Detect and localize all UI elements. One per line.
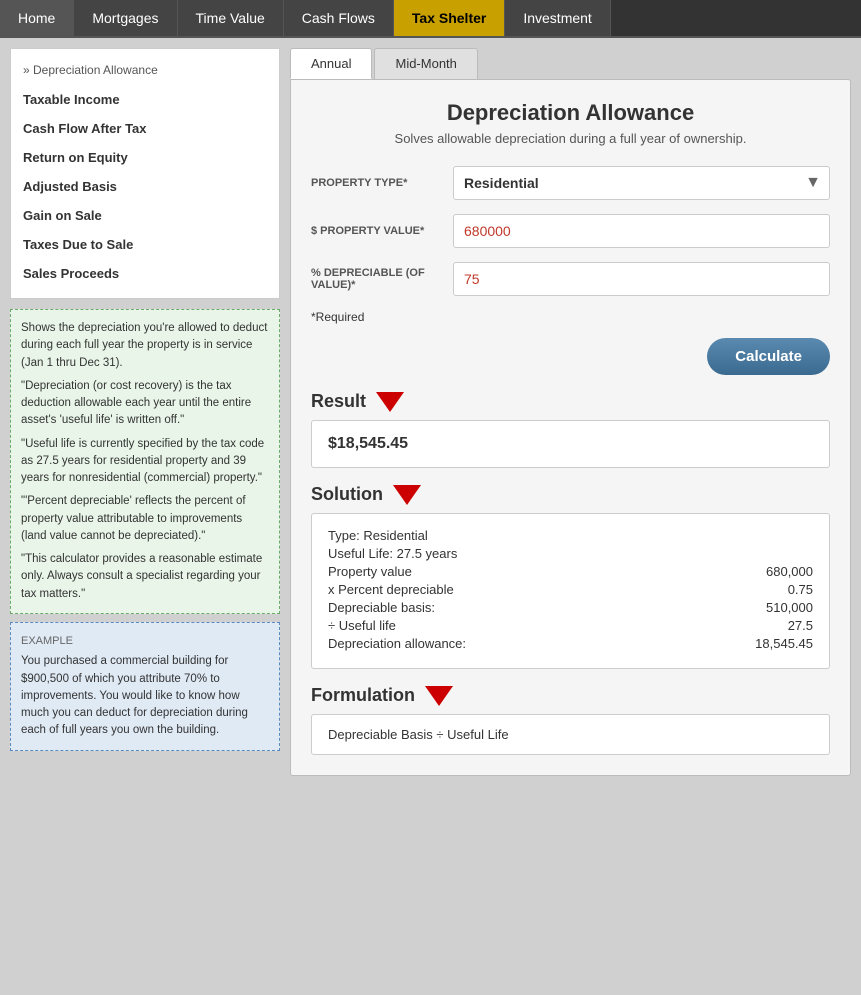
formulation-arrow-icon <box>425 686 453 706</box>
solution-row-label: Depreciation allowance: <box>328 636 466 651</box>
property-type-field: ResidentialNon-Residential ▼ <box>453 166 830 200</box>
depreciable-input[interactable] <box>453 262 830 296</box>
depreciable-label: % DEPRECIABLE (OF VALUE)* <box>311 267 441 291</box>
sidebar-item-sales-proceeds[interactable]: Sales Proceeds <box>11 259 279 288</box>
info-box-blue: EXAMPLE You purchased a commercial build… <box>10 622 280 751</box>
sidebar-item-taxable-income[interactable]: Taxable Income <box>11 85 279 114</box>
main-layout: » Depreciation Allowance Taxable IncomeC… <box>0 38 861 786</box>
result-section-title: Result <box>311 391 830 412</box>
content-panel: Depreciation Allowance Solves allowable … <box>290 79 851 776</box>
sidebar-item-gain-on-sale[interactable]: Gain on Sale <box>11 201 279 230</box>
nav-tab-time-value[interactable]: Time Value <box>178 0 284 36</box>
property-type-select[interactable]: ResidentialNon-Residential <box>454 167 829 199</box>
solution-row: Type: Residential <box>328 528 813 543</box>
solution-row-value: 680,000 <box>733 564 813 579</box>
solution-row: x Percent depreciable 0.75 <box>328 582 813 597</box>
calculate-button[interactable]: Calculate <box>707 338 830 375</box>
sub-tabs: AnnualMid-Month <box>290 48 851 79</box>
depreciable-field <box>453 262 830 296</box>
solution-row-label: x Percent depreciable <box>328 582 454 597</box>
result-arrow-icon <box>376 392 404 412</box>
nav-tab-home[interactable]: Home <box>0 0 74 36</box>
solution-row-value: 18,545.45 <box>733 636 813 651</box>
property-type-select-wrapper[interactable]: ResidentialNon-Residential ▼ <box>453 166 830 200</box>
sub-tab-mid-month[interactable]: Mid-Month <box>374 48 477 79</box>
property-type-label: PROPERTY TYPE* <box>311 177 441 189</box>
solution-arrow-icon <box>393 485 421 505</box>
property-value-field <box>453 214 830 248</box>
solution-row-label: ÷ Useful life <box>328 618 396 633</box>
solution-row-value: 0.75 <box>733 582 813 597</box>
property-value-row: $ PROPERTY VALUE* <box>311 214 830 248</box>
solution-row-value: 510,000 <box>733 600 813 615</box>
formulation-section-title: Formulation <box>311 685 830 706</box>
required-note: *Required <box>311 310 830 324</box>
solution-row: Depreciation allowance: 18,545.45 <box>328 636 813 651</box>
green-info-paragraph: "Depreciation (or cost recovery) is the … <box>21 378 269 430</box>
sidebar-item-return-on-equity[interactable]: Return on Equity <box>11 143 279 172</box>
top-navigation: HomeMortgagesTime ValueCash FlowsTax She… <box>0 0 861 38</box>
sub-tab-annual[interactable]: Annual <box>290 48 372 79</box>
depreciable-row: % DEPRECIABLE (OF VALUE)* <box>311 262 830 296</box>
formula-text: Depreciable Basis ÷ Useful Life <box>328 727 509 742</box>
solution-row-value: 27.5 <box>733 618 813 633</box>
content-area: AnnualMid-Month Depreciation Allowance S… <box>290 48 851 776</box>
green-info-paragraph: Shows the depreciation you're allowed to… <box>21 320 269 372</box>
sidebar: » Depreciation Allowance Taxable IncomeC… <box>10 48 280 776</box>
sidebar-menu: » Depreciation Allowance Taxable IncomeC… <box>10 48 280 299</box>
sidebar-item-taxes-due-to-sale[interactable]: Taxes Due to Sale <box>11 230 279 259</box>
property-value-label: $ PROPERTY VALUE* <box>311 225 441 237</box>
sidebar-header: » Depreciation Allowance <box>11 59 279 85</box>
nav-tab-cash-flows[interactable]: Cash Flows <box>284 0 394 36</box>
solution-row-label: Type: Residential <box>328 528 428 543</box>
sidebar-item-cash-flow-after-tax[interactable]: Cash Flow After Tax <box>11 114 279 143</box>
green-info-paragraph: "Useful life is currently specified by t… <box>21 436 269 488</box>
nav-tab-investment[interactable]: Investment <box>505 0 610 36</box>
nav-tab-mortgages[interactable]: Mortgages <box>74 0 177 36</box>
example-text: You purchased a commercial building for … <box>21 653 269 739</box>
info-box-green: Shows the depreciation you're allowed to… <box>10 309 280 614</box>
nav-tab-tax-shelter[interactable]: Tax Shelter <box>394 0 505 36</box>
sidebar-item-adjusted-basis[interactable]: Adjusted Basis <box>11 172 279 201</box>
solution-box: Type: Residential Useful Life: 27.5 years… <box>311 513 830 669</box>
solution-section-title: Solution <box>311 484 830 505</box>
solution-row: Useful Life: 27.5 years <box>328 546 813 561</box>
solution-row: ÷ Useful life 27.5 <box>328 618 813 633</box>
green-info-paragraph: "This calculator provides a reasonable e… <box>21 551 269 603</box>
property-type-row: PROPERTY TYPE* ResidentialNon-Residentia… <box>311 166 830 200</box>
solution-row: Depreciable basis: 510,000 <box>328 600 813 615</box>
formulation-box: Depreciable Basis ÷ Useful Life <box>311 714 830 755</box>
property-value-input[interactable] <box>453 214 830 248</box>
result-value: $18,545.45 <box>328 435 408 452</box>
result-box: $18,545.45 <box>311 420 830 468</box>
solution-row-label: Useful Life: 27.5 years <box>328 546 457 561</box>
green-info-paragraph: "'Percent depreciable' reflects the perc… <box>21 493 269 545</box>
solution-row-label: Depreciable basis: <box>328 600 435 615</box>
panel-title: Depreciation Allowance <box>311 100 830 126</box>
panel-subtitle: Solves allowable depreciation during a f… <box>311 131 830 146</box>
solution-row-label: Property value <box>328 564 412 579</box>
example-label: EXAMPLE <box>21 633 269 650</box>
solution-row: Property value 680,000 <box>328 564 813 579</box>
